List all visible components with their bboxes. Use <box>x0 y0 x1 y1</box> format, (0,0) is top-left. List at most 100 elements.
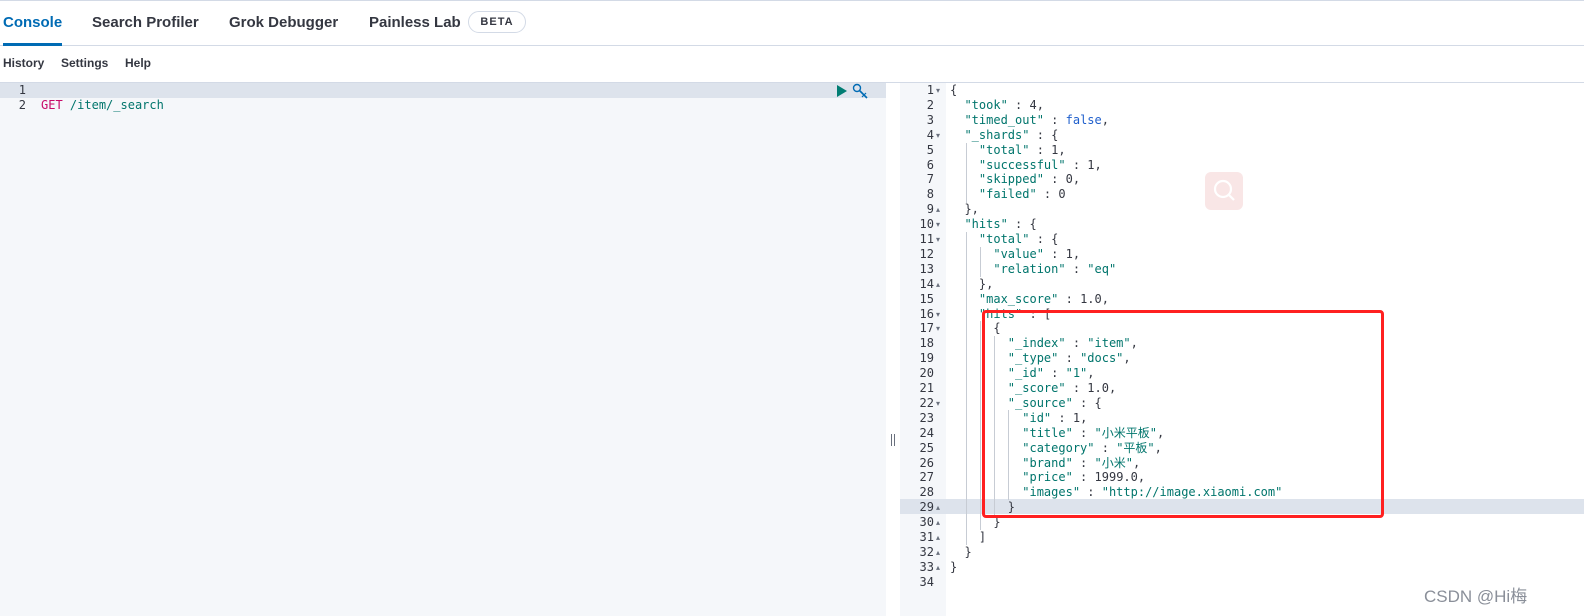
dev-tools-tabs: Console Search Profiler Grok Debugger Pa… <box>0 1 1584 46</box>
fold-close-icon[interactable]: ▴ <box>936 202 940 217</box>
watermark: CSDN @Hi梅 <box>1424 587 1528 606</box>
response-token: 1.0 <box>1080 291 1102 306</box>
fold-open-icon[interactable]: ▾ <box>936 396 940 411</box>
response-line-number: 27 <box>919 470 934 485</box>
response-line-number: 6 <box>926 157 934 172</box>
response-line: "timed_out" : false, <box>950 113 1109 128</box>
response-line-number: 9 <box>926 202 934 217</box>
response-line-number: 15 <box>919 291 934 306</box>
request-line-number: 2 <box>18 98 26 112</box>
fold-open-icon[interactable]: ▾ <box>936 83 940 98</box>
wrench-icon[interactable] <box>852 83 869 100</box>
fold-open-icon[interactable]: ▾ <box>936 321 940 336</box>
fold-close-icon[interactable]: ▴ <box>936 500 940 515</box>
response-line: "successful" : 1, <box>950 158 1102 173</box>
response-token <box>950 187 979 201</box>
response-line-number: 16 <box>919 306 934 321</box>
response-line-number: 11 <box>919 232 934 246</box>
fold-open-icon[interactable]: ▾ <box>936 217 940 232</box>
request-active-line <box>0 83 886 98</box>
response-line: "total" : { <box>950 232 1058 247</box>
search-icon <box>1213 179 1235 201</box>
request-line[interactable]: GET /item/_search <box>41 98 164 113</box>
fold-close-icon[interactable]: ▴ <box>936 515 940 530</box>
response-line: "failed" : 0 <box>950 187 1066 202</box>
send-request-icon[interactable] <box>837 85 847 97</box>
request-editor-gutter <box>0 83 38 616</box>
response-token: : <box>1043 112 1066 127</box>
fold-close-icon[interactable]: ▴ <box>936 560 940 575</box>
response-line-number: 19 <box>919 351 934 366</box>
fold-close-icon[interactable]: ▴ <box>936 277 940 292</box>
fold-close-icon[interactable]: ▴ <box>936 545 940 560</box>
response-token: }, <box>950 276 994 291</box>
response-line-number: 8 <box>926 187 934 202</box>
highlight-annotation-box <box>982 310 1384 518</box>
response-line-number: 24 <box>919 425 934 440</box>
response-token: : <box>1058 291 1081 306</box>
response-token: "skipped" <box>978 172 1044 187</box>
tab-painless-lab[interactable]: Painless Lab <box>369 1 461 45</box>
response-line-number: 34 <box>919 574 934 589</box>
response-token: "hits" <box>964 217 1008 232</box>
response-line-number: 7 <box>926 172 934 187</box>
response-line-number: 29 <box>919 500 934 515</box>
response-token: "successful" <box>978 157 1066 172</box>
pane-resizer[interactable] <box>886 83 900 616</box>
response-token: "eq" <box>1087 261 1117 276</box>
response-line-number: 12 <box>919 246 934 261</box>
response-token: 4 <box>1029 97 1037 112</box>
history-menu[interactable]: History <box>3 56 44 70</box>
response-token: }, <box>950 202 979 217</box>
tab-console[interactable]: Console <box>3 1 63 46</box>
response-line: }, <box>950 202 979 217</box>
fold-open-icon[interactable]: ▾ <box>936 232 940 247</box>
request-editor[interactable] <box>38 83 886 616</box>
response-line-number: 10 <box>919 217 934 232</box>
response-token: 1 <box>1065 246 1073 261</box>
response-token <box>950 98 964 112</box>
response-token <box>950 247 993 261</box>
response-token <box>950 292 979 306</box>
settings-menu[interactable]: Settings <box>61 56 108 70</box>
response-line-number: 23 <box>919 410 934 425</box>
response-token: : { <box>1007 217 1037 232</box>
response-token: } <box>950 544 972 559</box>
response-line-number: 1 <box>926 83 934 97</box>
response-token: 0 <box>1058 187 1066 202</box>
response-token: , <box>1101 291 1109 306</box>
response-line-number: 4 <box>926 127 934 142</box>
response-token: "total" <box>978 142 1030 157</box>
request-method: GET <box>41 98 63 112</box>
response-token: : { <box>1029 127 1059 142</box>
response-token: { <box>950 83 958 97</box>
tab-grok-debugger[interactable]: Grok Debugger <box>229 1 338 45</box>
response-line-number: 28 <box>919 485 934 500</box>
response-token <box>950 143 979 157</box>
beta-badge: BETA <box>468 11 526 33</box>
response-token <box>950 158 979 172</box>
response-line-number: 30 <box>919 515 934 530</box>
response-token: 0 <box>1065 172 1073 187</box>
response-line: "total" : 1, <box>950 143 1066 158</box>
response-token: , <box>1101 112 1109 127</box>
tab-search-profiler[interactable]: Search Profiler <box>92 1 199 45</box>
response-line-number: 13 <box>919 261 934 276</box>
fold-close-icon[interactable]: ▴ <box>936 530 940 545</box>
response-token: "max_score" <box>978 291 1059 306</box>
response-token: : <box>1007 97 1030 112</box>
response-token <box>950 113 964 127</box>
response-token: , <box>1072 172 1081 187</box>
response-token: : <box>1036 187 1059 202</box>
fold-open-icon[interactable]: ▾ <box>936 128 940 143</box>
response-line-number: 5 <box>926 142 934 157</box>
fold-open-icon[interactable]: ▾ <box>936 307 940 322</box>
response-token: ] <box>950 530 987 544</box>
response-token: , <box>1072 246 1081 261</box>
response-token: false <box>1065 112 1102 127</box>
help-menu[interactable]: Help <box>125 56 151 70</box>
response-token: "failed" <box>978 187 1037 202</box>
resize-grip-icon[interactable] <box>890 434 896 446</box>
floating-search-button[interactable] <box>1205 172 1243 210</box>
response-token: : <box>1043 172 1066 187</box>
